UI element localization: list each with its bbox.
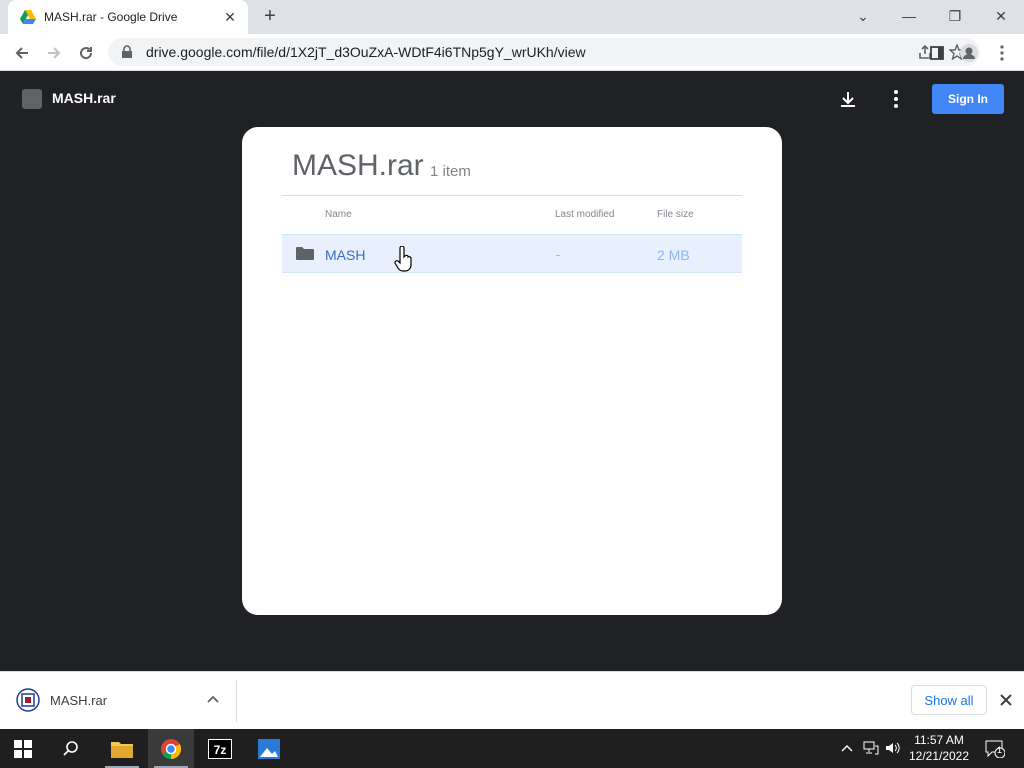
system-clock[interactable]: 11:57 AM 12/21/2022 xyxy=(904,732,974,764)
search-icon[interactable] xyxy=(48,729,94,768)
item-count: 1 item xyxy=(430,163,471,180)
minimize-button[interactable]: — xyxy=(886,4,932,28)
viewer-file-name: MASH.rar xyxy=(52,90,116,106)
row-name[interactable]: MASH xyxy=(325,247,365,263)
volume-icon[interactable] xyxy=(884,739,902,757)
windows-taskbar: 7z 11:57 AM 12/21/2022 1 xyxy=(0,729,1024,768)
column-header-last-modified[interactable]: Last modified xyxy=(555,209,614,220)
side-panel-icon[interactable] xyxy=(924,40,950,66)
row-file-size: 2 MB xyxy=(657,247,690,263)
show-all-button[interactable]: Show all xyxy=(911,685,987,715)
start-button[interactable] xyxy=(0,729,46,768)
folder-icon xyxy=(296,247,314,260)
download-icon[interactable] xyxy=(836,87,860,111)
forward-button[interactable] xyxy=(41,40,67,66)
table-row[interactable]: MASH - 2 MB xyxy=(282,234,742,273)
chrome-menu-icon[interactable] xyxy=(989,40,1015,66)
clock-date: 12/21/2022 xyxy=(908,749,970,763)
address-bar[interactable]: drive.google.com/file/d/1X2jT_d3OuZxA-WD… xyxy=(108,38,980,66)
network-icon[interactable] xyxy=(862,739,880,757)
browser-tab[interactable]: MASH.rar - Google Drive ✕ xyxy=(8,0,248,34)
chevron-up-icon[interactable] xyxy=(204,690,222,708)
reload-icon xyxy=(80,47,93,60)
restore-button[interactable]: ❐ xyxy=(932,4,978,28)
profile-avatar-icon[interactable] xyxy=(956,40,982,66)
photos-icon[interactable] xyxy=(246,729,292,768)
row-last-modified: - xyxy=(556,247,561,262)
windows-logo-icon xyxy=(14,739,32,758)
7zip-icon[interactable]: 7z xyxy=(197,729,243,768)
google-drive-icon xyxy=(20,10,36,24)
back-arrow-icon xyxy=(15,47,28,59)
drive-viewer: MASH.rar Sign In MASH.rar 1 item Name La… xyxy=(0,71,1024,671)
more-options-icon[interactable] xyxy=(884,87,908,111)
notification-count: 1 xyxy=(997,745,1003,755)
notifications-icon[interactable]: 1 xyxy=(984,738,1006,760)
chevron-up-icon[interactable] xyxy=(838,739,856,757)
sign-in-button[interactable]: Sign In xyxy=(932,84,1004,114)
back-button[interactable] xyxy=(9,40,35,66)
forward-arrow-icon xyxy=(48,47,61,59)
file-explorer-icon[interactable] xyxy=(99,729,145,768)
new-tab-button[interactable]: + xyxy=(258,5,282,29)
archive-contents-card: MASH.rar 1 item Name Last modified File … xyxy=(242,127,782,615)
tab-close-icon[interactable]: ✕ xyxy=(222,9,238,25)
tab-search-icon[interactable]: ⌄ xyxy=(840,4,886,28)
archive-file-icon xyxy=(22,89,42,109)
lock-icon xyxy=(122,45,132,58)
downloads-bar: MASH.rar Show all xyxy=(0,671,1024,729)
reload-button[interactable] xyxy=(73,40,99,66)
divider xyxy=(282,195,742,196)
close-downloads-icon[interactable] xyxy=(996,690,1016,710)
url-text[interactable]: drive.google.com/file/d/1X2jT_d3OuZxA-WD… xyxy=(146,44,904,60)
archive-title: MASH.rar xyxy=(292,149,424,182)
viewer-header: MASH.rar Sign In xyxy=(0,71,1024,127)
hand-cursor-icon xyxy=(394,246,412,272)
clock-time: 11:57 AM xyxy=(914,733,964,747)
column-header-name[interactable]: Name xyxy=(325,209,352,220)
svg-text:7z: 7z xyxy=(214,743,227,757)
column-header-file-size[interactable]: File size xyxy=(657,209,694,220)
tab-strip: MASH.rar - Google Drive ✕ + ⌄ — ❐ ✕ xyxy=(0,0,1024,34)
tab-title: MASH.rar - Google Drive xyxy=(44,10,178,24)
divider xyxy=(236,680,237,722)
chrome-taskbar-icon[interactable] xyxy=(148,729,194,768)
close-window-button[interactable]: ✕ xyxy=(978,4,1024,28)
browser-toolbar: drive.google.com/file/d/1X2jT_d3OuZxA-WD… xyxy=(0,34,1024,71)
download-item-name[interactable]: MASH.rar xyxy=(50,693,107,708)
winrar-file-icon[interactable] xyxy=(16,688,40,712)
